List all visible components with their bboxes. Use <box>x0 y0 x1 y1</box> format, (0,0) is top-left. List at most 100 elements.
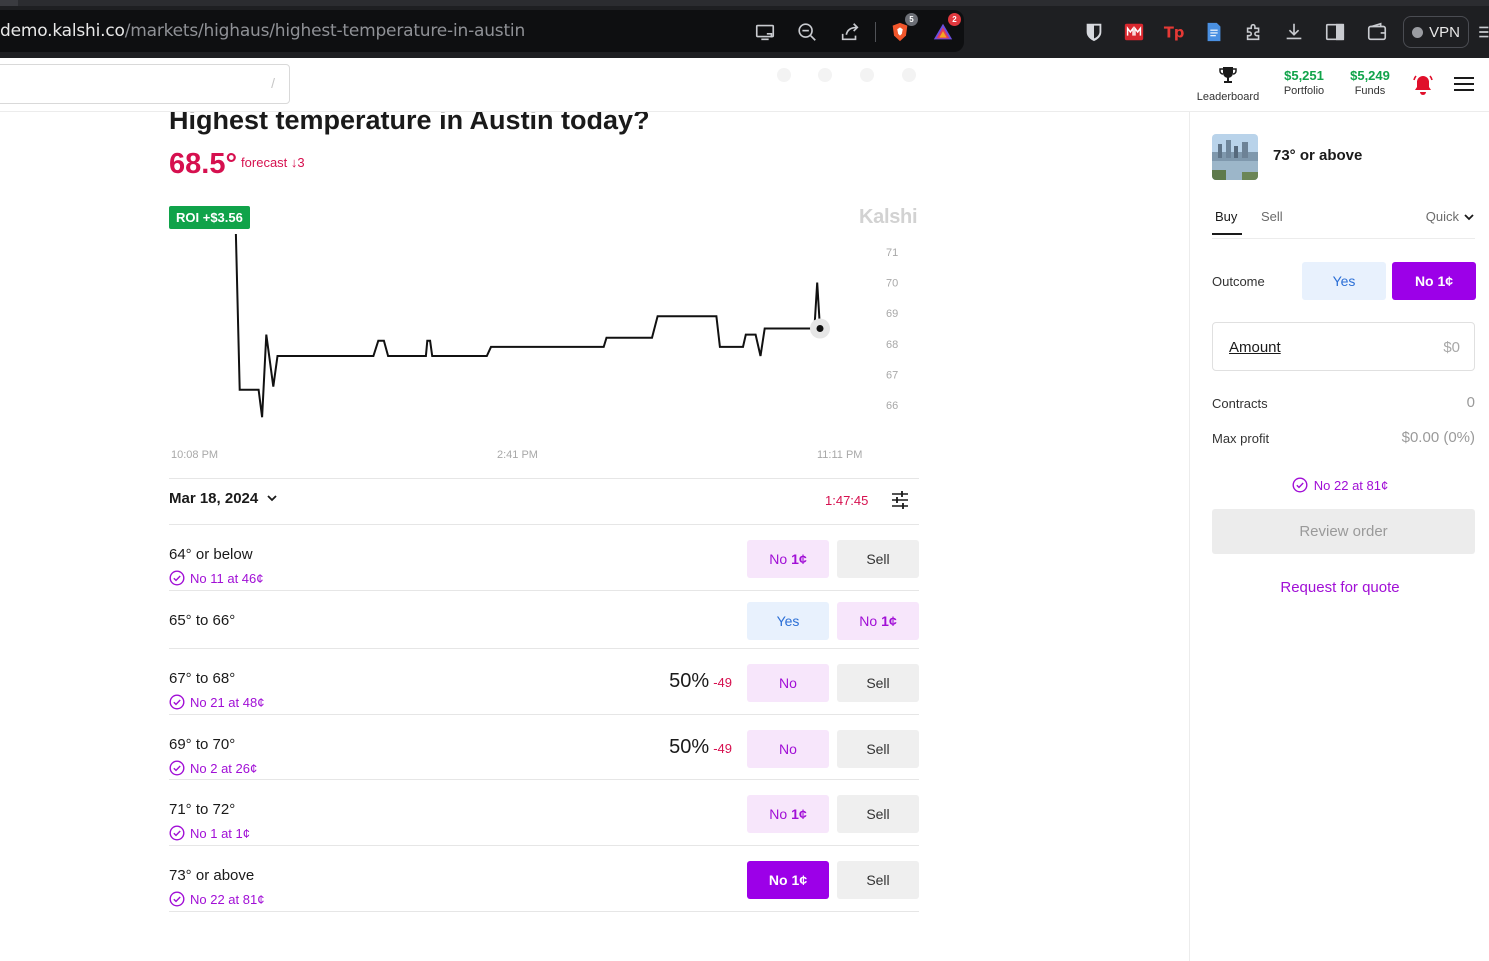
filter-sliders-icon[interactable] <box>890 490 910 510</box>
forecast-line: 68.5° forecast ↓3 <box>169 148 305 181</box>
button-price: 1¢ <box>881 613 897 629</box>
search-shortcut-hint: / <box>271 75 275 91</box>
request-quote-link[interactable]: Request for quote <box>1190 579 1489 596</box>
sell-button[interactable]: Sell <box>837 730 919 768</box>
trophy-icon <box>1219 67 1237 83</box>
outcome-row[interactable]: 65° to 66° Yes No 1¢ <box>169 591 919 649</box>
url-text[interactable]: demo.kalshi.co/markets/highaus/highest-t… <box>0 21 525 41</box>
probability-value: 50% <box>669 736 710 758</box>
nav-placeholder-icon <box>902 68 916 82</box>
sell-button[interactable]: Sell <box>837 540 919 578</box>
zoom-out-icon[interactable] <box>794 19 820 45</box>
sell-button[interactable]: Sell <box>837 861 919 899</box>
check-circle-icon <box>169 570 185 586</box>
wallet-icon[interactable] <box>1364 19 1390 45</box>
portfolio-link[interactable]: $5,251 Portfolio <box>1276 68 1332 97</box>
browser-tab[interactable] <box>0 0 18 6</box>
owned-position-text: No 2 at 26¢ <box>190 760 258 776</box>
button-label: No <box>769 551 788 567</box>
buy-no-button[interactable]: No 1¢ <box>747 861 829 899</box>
probability-change: -49 <box>713 741 732 756</box>
outcome-row[interactable]: 69° to 70° No 2 at 26¢ 50% -49 No Sell <box>169 715 919 780</box>
buy-no-button[interactable]: No <box>747 664 829 702</box>
buy-no-button[interactable]: No 1¢ <box>747 795 829 833</box>
outcome-no-button[interactable]: No 1¢ <box>1392 262 1476 300</box>
position-text: No 22 at 81¢ <box>1313 477 1389 493</box>
price-chart[interactable]: 66 67 68 69 70 71 10:08 PM 2:41 PM 11:11 PM <box>169 234 919 464</box>
probability-change: -49 <box>713 675 732 690</box>
chevron-down-icon <box>1464 213 1474 220</box>
url-path: /markets/highaus/highest-temperature-in-… <box>124 21 526 41</box>
review-order-button[interactable]: Review order <box>1212 509 1475 554</box>
leaderboard-link[interactable]: Leaderboard <box>1192 64 1264 103</box>
owned-position-text: No 1 at 1¢ <box>190 825 250 841</box>
outcome-row[interactable]: 64° or below No 11 at 46¢ No 1¢ Sell <box>169 524 919 591</box>
buy-no-button[interactable]: No <box>747 730 829 768</box>
browser-menu-icon[interactable] <box>1475 19 1489 45</box>
tab-sell[interactable]: Sell <box>1261 209 1283 224</box>
address-bar[interactable]: demo.kalshi.co/markets/highaus/highest-t… <box>0 10 964 52</box>
button-label: Yes <box>776 613 800 629</box>
y-tick-label: 70 <box>886 278 898 290</box>
mega-icon[interactable] <box>1121 19 1147 45</box>
brave-shields-icon[interactable]: 5 <box>887 13 918 45</box>
max-profit-label: Max profit <box>1212 431 1270 446</box>
leaderboard-label: Leaderboard <box>1196 91 1260 103</box>
forecast-label: forecast ↓3 <box>241 155 305 170</box>
y-tick-label: 67 <box>886 369 898 381</box>
selected-market-title: 73° or above <box>1273 147 1363 164</box>
notification-bell-icon[interactable] <box>1412 74 1434 96</box>
outcome-probability: 50% -49 <box>669 670 732 693</box>
outcome-row[interactable]: 71° to 72° No 1 at 1¢ No 1¢ Sell <box>169 780 919 846</box>
funds-link[interactable]: $5,249 Funds <box>1342 68 1398 97</box>
funds-value: $5,249 <box>1350 68 1390 83</box>
outcome-yes-button[interactable]: Yes <box>1302 262 1386 300</box>
amount-field[interactable]: Amount $0 <box>1212 322 1475 371</box>
order-mode-dropdown[interactable]: Quick <box>1426 209 1475 224</box>
sell-button[interactable]: Sell <box>837 795 919 833</box>
owned-position-text: No 22 at 81¢ <box>190 891 265 907</box>
outcome-row[interactable]: 73° or above No 22 at 81¢ No 1¢ Sell <box>169 846 919 912</box>
buy-no-button[interactable]: No 1¢ <box>837 602 919 640</box>
buy-yes-button[interactable]: Yes <box>747 602 829 640</box>
svg-text:Tp: Tp <box>1164 25 1185 42</box>
funds-label: Funds <box>1354 85 1386 97</box>
tp-extension-icon[interactable]: Tp <box>1161 19 1187 45</box>
check-circle-icon <box>169 825 185 841</box>
button-label: No <box>768 872 788 888</box>
button-price: 1¢ <box>791 806 807 822</box>
outcome-row[interactable]: 67° to 68° No 21 at 48¢ 50% -49 No Sell <box>169 649 919 715</box>
sell-button[interactable]: Sell <box>837 664 919 702</box>
position-summary: No 22 at 81¢ <box>1190 477 1489 493</box>
date-selector[interactable]: Mar 18, 2024 <box>169 490 278 507</box>
bitwarden-icon[interactable] <box>1081 19 1107 45</box>
extensions-puzzle-icon[interactable] <box>1241 19 1267 45</box>
contracts-label: Contracts <box>1212 396 1268 411</box>
brave-rewards-icon[interactable]: 2 <box>930 13 961 45</box>
cast-icon[interactable] <box>752 19 778 45</box>
vpn-button[interactable]: VPN <box>1403 16 1469 48</box>
current-point[interactable] <box>816 325 824 332</box>
outcome-probability: 50% -49 <box>669 736 732 759</box>
outcome-name: 71° to 72° <box>169 801 236 818</box>
outcome-label: Outcome <box>1212 274 1265 289</box>
x-tick-label: 11:11 PM <box>817 449 862 461</box>
order-tabs: Buy Sell Quick <box>1212 209 1475 239</box>
owned-position-text: No 21 at 48¢ <box>190 694 265 710</box>
tab-buy[interactable]: Buy <box>1212 209 1242 235</box>
main-menu-icon[interactable] <box>1454 77 1474 93</box>
amount-value: $0 <box>1443 339 1460 356</box>
market-content: Highest temperature in Austin today? 68.… <box>0 112 1189 961</box>
roi-badge: ROI +$3.56 <box>169 206 250 229</box>
button-price: 1¢ <box>791 551 807 567</box>
buy-no-button[interactable]: No 1¢ <box>747 540 829 578</box>
order-panel: 73° or above Buy Sell Quick Outcome Yes … <box>1189 112 1489 961</box>
sidebar-toggle-icon[interactable] <box>1322 19 1348 45</box>
document-icon[interactable] <box>1201 19 1227 45</box>
download-icon[interactable] <box>1281 19 1307 45</box>
row-divider <box>169 911 919 912</box>
contracts-row: Contracts 0 <box>1212 394 1475 411</box>
search-input[interactable]: / <box>0 64 290 104</box>
share-icon[interactable] <box>837 19 863 45</box>
vpn-status-dot <box>1412 26 1424 38</box>
